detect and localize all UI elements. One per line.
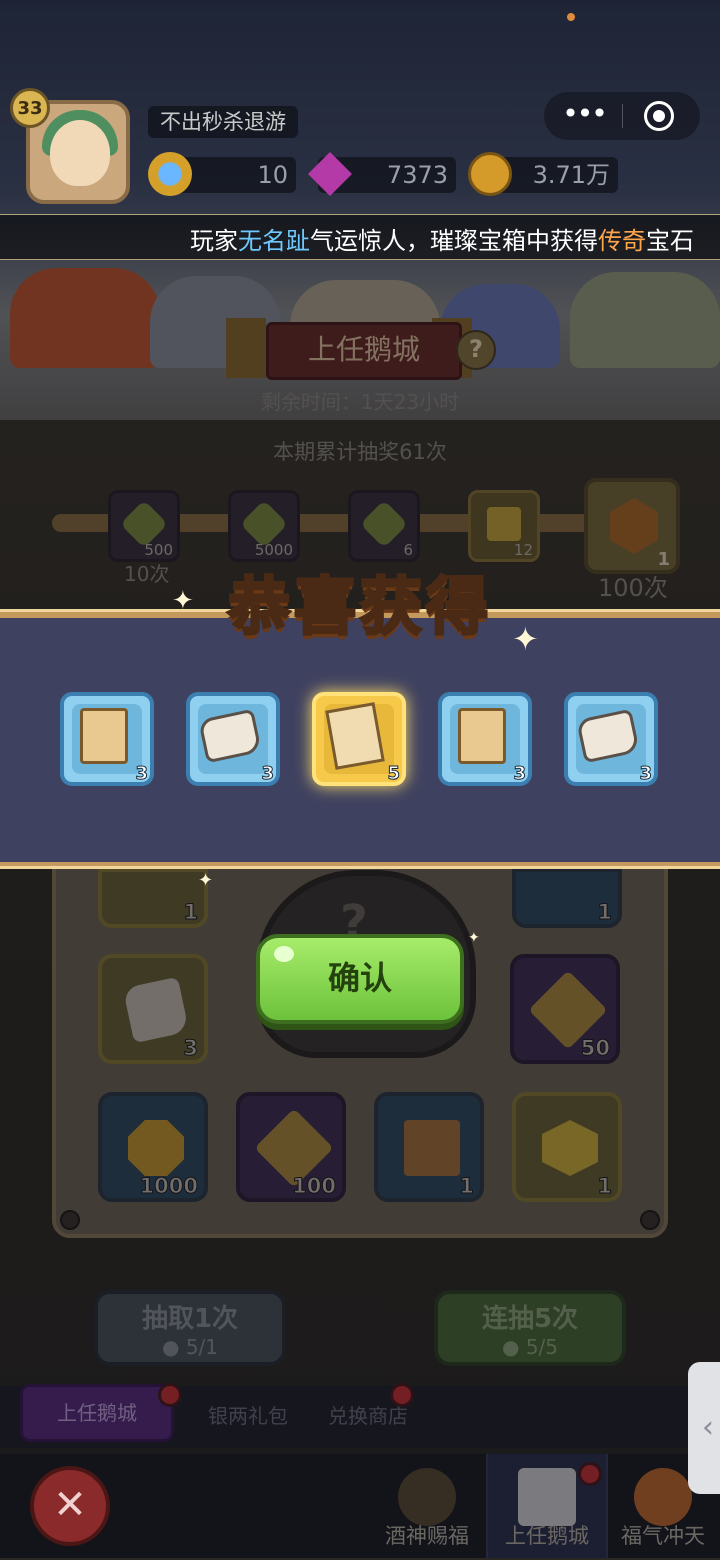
blue-orb-icon bbox=[148, 152, 192, 196]
confirm-button[interactable]: 确认 bbox=[256, 934, 464, 1024]
reward-item[interactable]: 3 bbox=[438, 692, 532, 786]
sparkle-icon: ✦ bbox=[172, 586, 194, 616]
necklace-scroll-icon bbox=[80, 708, 128, 764]
player-name: 不出秒杀退游 bbox=[148, 106, 298, 138]
reward-count: 5 bbox=[387, 763, 400, 785]
side-drawer-tab[interactable]: ‹ bbox=[688, 1362, 720, 1494]
reward-item[interactable]: 3 bbox=[564, 692, 658, 786]
reward-count: 3 bbox=[135, 763, 148, 785]
reward-item[interactable]: 3 bbox=[60, 692, 154, 786]
status-dot bbox=[567, 13, 575, 21]
ticker-suffix: 宝石 bbox=[646, 227, 694, 255]
sparkle-icon: ✦ bbox=[198, 870, 214, 891]
reward-count: 3 bbox=[261, 763, 274, 785]
sparkle-icon: ✦ bbox=[468, 930, 480, 946]
ticker-middle: 气运惊人，璀璨宝箱中获得 bbox=[310, 227, 598, 255]
reward-item[interactable]: 5 bbox=[312, 692, 406, 786]
band-highlight bbox=[0, 866, 720, 869]
close-button[interactable]: ✕ bbox=[30, 1466, 110, 1546]
sparkle-icon: ✦ bbox=[512, 620, 539, 658]
congrats-title: 恭喜获得 bbox=[226, 569, 492, 645]
necklace-scroll-icon bbox=[458, 708, 506, 764]
mini-program-capsule: ••• bbox=[544, 92, 700, 140]
ticker-prefix: 玩家 bbox=[190, 227, 238, 255]
reward-count: 3 bbox=[513, 763, 526, 785]
gold-coin-icon bbox=[468, 152, 512, 196]
portrait-scroll-icon bbox=[325, 702, 385, 770]
ticker-player: 无名趾 bbox=[238, 227, 310, 255]
more-icon[interactable]: ••• bbox=[562, 96, 608, 136]
capsule-divider bbox=[622, 104, 623, 128]
exit-icon[interactable] bbox=[644, 101, 674, 131]
avatar-face bbox=[50, 120, 110, 186]
ticker-rarity: 传奇 bbox=[598, 227, 646, 255]
level-badge: 33 bbox=[10, 88, 50, 128]
reward-item[interactable]: 3 bbox=[186, 692, 280, 786]
announcement-ticker: 玩家无名趾气运惊人，璀璨宝箱中获得传奇宝石 bbox=[0, 214, 720, 260]
reward-count: 3 bbox=[639, 763, 652, 785]
